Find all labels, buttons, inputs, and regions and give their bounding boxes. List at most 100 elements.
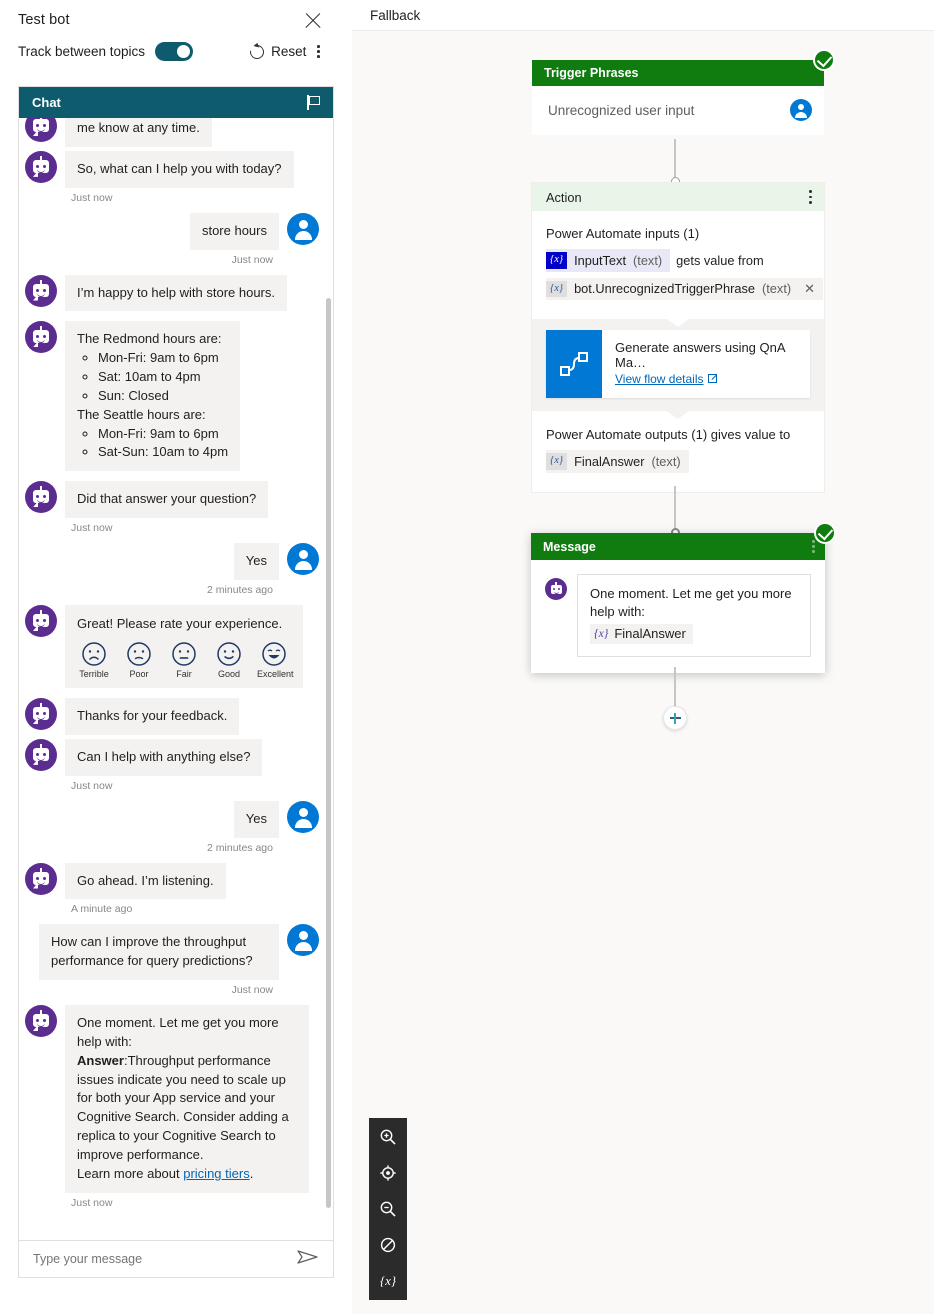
answer-intro: One moment. Let me get you more help wit… (77, 1015, 279, 1049)
kebab-icon[interactable] (313, 43, 324, 59)
rating-title: Great! Please rate your experience. (77, 615, 283, 631)
chat-message-list[interactable]: me know at any time. So, what can I help… (19, 118, 333, 1240)
variables-label: {x} (379, 1273, 397, 1288)
chat-bubble: Can I help with anything else? (65, 738, 263, 776)
trigger-phrase-text: Unrecognized user input (548, 102, 695, 118)
rating-option-fair[interactable]: Fair (167, 641, 201, 679)
timestamp: A minute ago (71, 903, 133, 916)
list-item: Sun: Closed (98, 387, 228, 406)
answer-learn-suffix: . (249, 1165, 254, 1181)
test-bot-actions: Reset (247, 41, 324, 62)
kebab-icon[interactable] (812, 539, 815, 554)
rating-card: Great! Please rate your experience. Terr… (65, 604, 303, 688)
chat-message-bot: Did that answer your question? (25, 481, 319, 519)
fit-to-screen-icon[interactable] (377, 1162, 399, 1184)
chat-message-bot: Go ahead. I’m listening. (25, 862, 319, 900)
no-entry-icon[interactable] (377, 1234, 399, 1256)
rating-option-terrible[interactable]: Terrible (77, 641, 111, 679)
rating-label: Excellent (257, 668, 294, 679)
message-text-box[interactable]: One moment. Let me get you more help wit… (577, 574, 811, 658)
answer-body: Throughput performance issues indicate y… (77, 1052, 289, 1162)
flag-icon[interactable] (307, 95, 321, 110)
chat-header-title: Chat (32, 95, 61, 110)
chat-message-user: How can I improve the throughput perform… (25, 924, 319, 981)
check-circle-icon (813, 49, 835, 71)
track-between-topics-toggle[interactable] (155, 42, 194, 61)
input-variable-type: (text) (633, 252, 663, 268)
timestamp: 2 minutes ago (207, 841, 273, 854)
test-bot-controls: Track between topics Reset (0, 32, 352, 62)
trigger-node-header: Trigger Phrases (532, 60, 824, 86)
power-automate-outputs-section: Power Automate outputs (1) gives value t… (532, 411, 824, 492)
send-icon[interactable] (297, 1249, 319, 1270)
trigger-node-body[interactable]: Unrecognized user input (532, 86, 824, 135)
variables-icon[interactable]: {x} (377, 1270, 399, 1292)
final-answer-variable-chip[interactable]: {x} FinalAnswer (590, 623, 693, 645)
message-node[interactable]: Message One moment. Let me get you more … (531, 522, 836, 674)
rating-option-poor[interactable]: Poor (122, 641, 156, 679)
input-variable-name: InputText (574, 252, 626, 268)
external-link-icon (707, 374, 717, 383)
inputs-label: Power Automate inputs (1) (546, 226, 700, 241)
rating-option-good[interactable]: Good (212, 641, 246, 679)
chat-message-user: store hours (25, 212, 319, 250)
zoom-out-icon[interactable] (377, 1198, 399, 1220)
source-variable-chip[interactable]: {x} bot.UnrecognizedTriggerPhrase (text)… (546, 277, 824, 300)
close-icon[interactable]: ✕ (804, 281, 815, 297)
chat-scrollbar[interactable] (326, 298, 331, 1208)
source-variable-type: (text) (761, 281, 792, 297)
timestamp: Just now (71, 1196, 113, 1209)
flow-title: Generate answers using QnA Ma… (615, 340, 785, 370)
variable-icon: {x} (594, 627, 609, 640)
rating-option-excellent[interactable]: Excellent (257, 641, 294, 679)
zoom-in-icon[interactable] (377, 1126, 399, 1148)
canvas[interactable]: Trigger Phrases Unrecognized user input … (352, 31, 934, 1314)
timestamp: Just now (71, 522, 113, 535)
outputs-label: Power Automate outputs (1) gives value t… (546, 427, 791, 442)
page-title: Test bot (18, 12, 70, 28)
trigger-phrases-node[interactable]: Trigger Phrases Unrecognized user input (532, 49, 835, 135)
chat-message-bot: So, what can I help you with today? (25, 150, 319, 188)
chat-message-bot: Can I help with anything else? (25, 738, 319, 776)
message-input[interactable] (33, 1252, 273, 1266)
bot-avatar-icon (545, 578, 567, 600)
user-avatar-icon (287, 800, 319, 833)
final-answer-variable-name: FinalAnswer (614, 625, 686, 641)
canvas-header: Fallback (352, 0, 934, 31)
view-flow-details-link[interactable]: View flow details (615, 372, 704, 386)
chat-message-user: Yes (25, 800, 319, 838)
authoring-canvas-panel: Fallback Trigger Phrases Unrecognized us… (352, 0, 934, 1314)
add-node-button[interactable] (663, 706, 687, 730)
kebab-icon[interactable] (809, 190, 812, 204)
track-between-topics-control[interactable]: Track between topics (18, 42, 194, 61)
variable-icon: {x} (546, 252, 568, 269)
action-node[interactable]: Action Power Automate inputs (1) {x} Inp… (532, 183, 824, 492)
timestamp: Just now (71, 191, 113, 204)
test-bot-header: Test bot (0, 0, 352, 32)
chat-bubble: One moment. Let me get you more help wit… (65, 1005, 309, 1193)
reset-button[interactable]: Reset (271, 44, 306, 59)
flow-card[interactable]: Generate answers using QnA Ma… View flow… (546, 330, 810, 398)
bot-avatar-icon (25, 862, 57, 895)
close-icon[interactable] (302, 10, 324, 32)
message-text: One moment. Let me get you more help wit… (590, 586, 792, 620)
input-variable-chip[interactable]: {x} InputText (text) (546, 249, 671, 272)
list-item: Mon-Fri: 9am to 6pm (98, 425, 228, 444)
bot-avatar-icon (25, 321, 57, 354)
chat-bubble: Thanks for your feedback. (65, 697, 240, 735)
output-variable-chip[interactable]: {x} FinalAnswer (text) (546, 450, 689, 473)
topic-name: Fallback (370, 7, 421, 23)
timestamp: Just now (231, 984, 273, 997)
bot-avatar-icon (25, 118, 57, 142)
user-avatar-icon (287, 543, 319, 576)
refresh-icon[interactable] (247, 41, 267, 62)
chat-input-bar (19, 1240, 333, 1277)
chat-message-rating: Great! Please rate your experience. Terr… (25, 604, 319, 688)
pricing-tiers-link[interactable]: pricing tiers (183, 1166, 249, 1181)
chat-header: Chat (19, 87, 333, 118)
chat-bubble: I’m happy to help with store hours. (65, 274, 287, 312)
flow-card-text: Generate answers using QnA Ma… View flow… (602, 330, 810, 398)
message-node-title: Message (543, 539, 596, 554)
rating-label: Terrible (79, 668, 109, 679)
output-variable-name: FinalAnswer (574, 453, 645, 469)
